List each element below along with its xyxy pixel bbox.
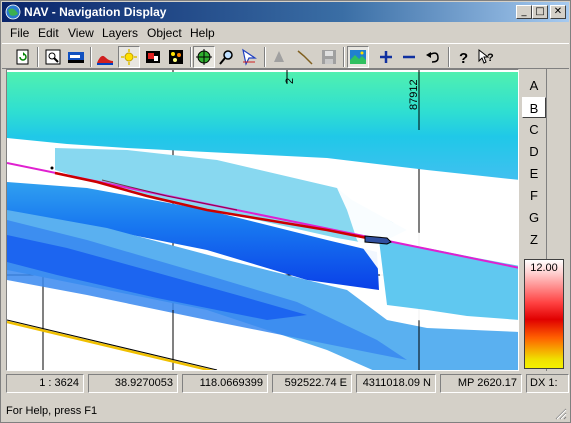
layer-tabs: A B C D E F G Z [522,75,546,251]
layer-tab-z[interactable]: Z [522,229,546,250]
save-icon [318,46,340,68]
sun-icon[interactable] [118,46,140,68]
close-button[interactable]: ✕ [550,5,566,19]
menu-layers[interactable]: Layers [102,26,138,40]
color-legend: 12.00 [524,259,564,369]
layer-tab-g[interactable]: G [522,207,546,228]
layer-tab-d[interactable]: D [522,141,546,162]
profile-icon[interactable] [94,46,116,68]
title-bar[interactable]: NAV - Navigation Display _ □ ✕ [2,2,569,22]
context-help-icon[interactable]: ? [475,46,497,68]
svg-text:?: ? [459,50,468,66]
flag-icon[interactable] [142,46,164,68]
status-text: For Help, press F1 [6,405,98,417]
layer-tab-e[interactable]: E [522,163,546,184]
zoom-window-icon[interactable] [42,46,64,68]
boundary-line [7,320,214,370]
menu-bar: File Edit View Layers Object Help [2,23,569,43]
window-title: NAV - Navigation Display [24,5,167,19]
coordinate-bar: 1 : 3624 38.9270053 118.0669399 592522.7… [6,374,569,394]
scale-readout: 1 : 3624 [6,374,84,393]
maximize-button[interactable]: □ [532,5,548,19]
minimize-button[interactable]: _ [516,5,532,19]
northing-readout: 4311018.09 N [356,374,436,393]
plus-icon[interactable] [375,46,397,68]
minus-icon[interactable] [398,46,420,68]
map-view[interactable]: 2 87912 [6,69,519,371]
resize-grip-icon[interactable] [555,408,567,420]
bathymetry-map [7,70,518,370]
grid-label-x: 2 [284,77,296,84]
layer-tab-a[interactable]: A [522,75,546,96]
ship-icon [268,46,290,68]
status-bar: For Help, press F1 [2,400,569,422]
menu-help[interactable]: Help [190,26,215,40]
refresh-icon[interactable] [12,46,34,68]
layer-tab-c[interactable]: C [522,119,546,140]
toolbar: ? ? [2,43,569,69]
vessel-icon[interactable] [65,46,87,68]
latitude-readout: 38.9270053 [88,374,178,393]
target-icon[interactable] [193,46,215,68]
longitude-readout: 118.0669399 [182,374,268,393]
svg-text:?: ? [487,52,494,64]
pointer-icon[interactable] [238,46,260,68]
globe-app-icon [5,4,21,20]
help-icon[interactable]: ? [452,46,474,68]
menu-object[interactable]: Object [147,26,182,40]
undo-icon[interactable] [422,46,444,68]
legend-max-label: 12.00 [530,262,558,274]
palette-icon[interactable] [165,46,187,68]
track-icon[interactable] [294,46,316,68]
menu-file[interactable]: File [10,26,29,40]
menu-edit[interactable]: Edit [38,26,59,40]
easting-readout: 592522.74 E [272,374,352,393]
menu-view[interactable]: View [68,26,94,40]
app-window: NAV - Navigation Display _ □ ✕ File Edit… [0,0,571,423]
mp-readout: MP 2620.17 [440,374,522,393]
magnify-icon[interactable] [216,46,238,68]
layer-image-icon[interactable] [347,46,369,68]
grid-label-northing: 87912 [408,79,420,110]
dx-readout: DX 1: [526,374,569,393]
layer-tab-b[interactable]: B [522,97,546,118]
layer-tab-f[interactable]: F [522,185,546,206]
